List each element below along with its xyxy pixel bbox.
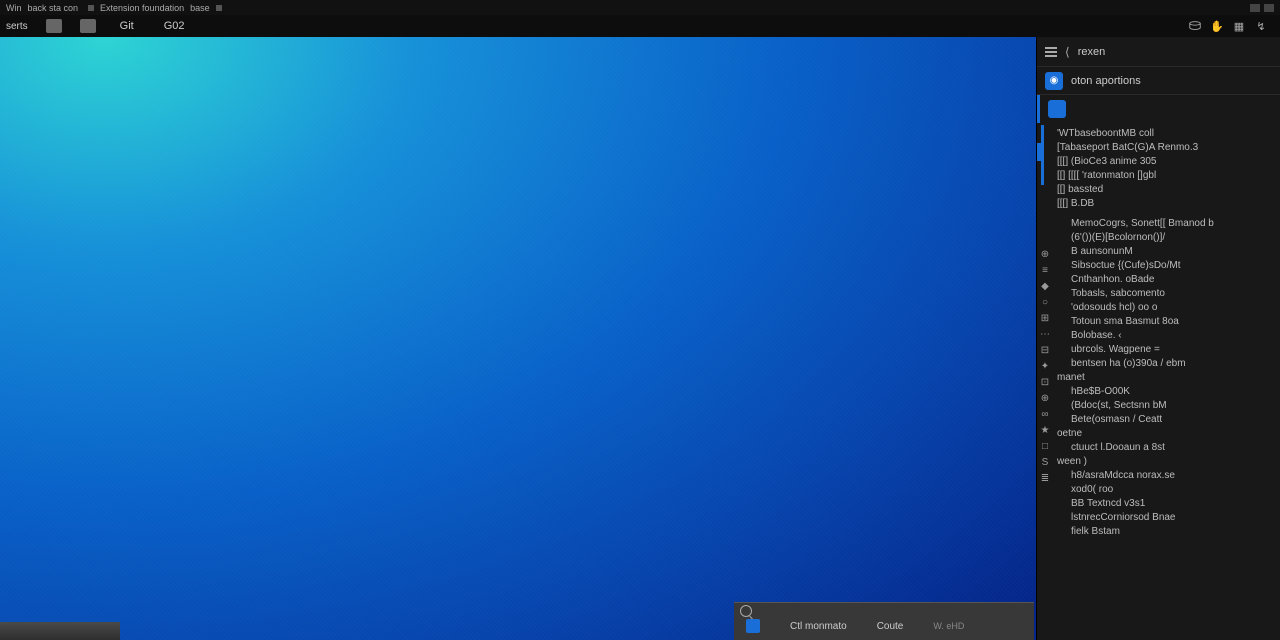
title-blob1-icon bbox=[1250, 4, 1260, 12]
panel-line[interactable]: 'WTbaseboontMB coll bbox=[1041, 127, 1280, 141]
panel-header: ⟨ rexen bbox=[1037, 37, 1280, 67]
grid-icon[interactable]: ▦ bbox=[1232, 19, 1246, 33]
gutter-icon[interactable]: S bbox=[1039, 457, 1051, 469]
search-bar: Ctl monmato Coute W. eHD bbox=[734, 602, 1034, 640]
code-line[interactable]: ween ) bbox=[1041, 455, 1280, 469]
panel-line[interactable]: [[[] B.DB bbox=[1041, 197, 1280, 211]
code-line[interactable]: MemoCogrs, Sonett[[ Bmanod b bbox=[1041, 217, 1280, 231]
gutter-icon[interactable]: ◆ bbox=[1039, 281, 1051, 293]
search-sub: Coute bbox=[877, 621, 904, 632]
tab-g02[interactable]: G02 bbox=[158, 18, 191, 34]
search-label[interactable]: Ctl monmato bbox=[790, 621, 847, 632]
tab-app1-icon[interactable] bbox=[46, 19, 62, 33]
main-area: ⟨ rexen ◉ oton aportions 'WTbaseboontMB … bbox=[0, 37, 1280, 640]
tab-git[interactable]: Git bbox=[114, 18, 140, 34]
panel-line[interactable]: [[] [[[[ 'ratonmaton []gbl bbox=[1041, 169, 1280, 183]
category-icon: ◉ bbox=[1045, 72, 1063, 90]
panel-body: 'WTbaseboontMB coll [Tabaseport BatC(G)A… bbox=[1037, 123, 1280, 640]
code-line[interactable]: Bete(osmasn / Ceatt bbox=[1041, 413, 1280, 427]
code-line[interactable]: manet bbox=[1041, 371, 1280, 385]
tabs-bar: serts Git G02 ✋ ▦ ↯ bbox=[0, 15, 1280, 37]
title-left2: back sta con bbox=[28, 3, 79, 13]
code-line[interactable]: lstnrecCorniorsod Bnae bbox=[1041, 511, 1280, 525]
gutter-icon[interactable]: ∞ bbox=[1039, 409, 1051, 421]
code-line[interactable]: bentsen ha (o)390a / ebm bbox=[1041, 357, 1280, 371]
code-line[interactable]: Sibsoctue {(Cufe)sDo/Mt bbox=[1041, 259, 1280, 273]
gutter-icon[interactable]: ✦ bbox=[1039, 361, 1051, 373]
active-icon bbox=[1048, 100, 1066, 118]
disk-icon[interactable] bbox=[1188, 19, 1202, 33]
wrench-icon[interactable]: ↯ bbox=[1254, 19, 1268, 33]
menu-word[interactable]: serts bbox=[6, 21, 28, 32]
gutter-icon[interactable]: ★ bbox=[1039, 425, 1051, 437]
code-line[interactable]: BB Textncd v3s1 bbox=[1041, 497, 1280, 511]
gutter-icon[interactable]: ⊡ bbox=[1039, 377, 1051, 389]
code-line[interactable]: hBe$B-O00K bbox=[1041, 385, 1280, 399]
code-line[interactable]: Totoun sma Basmut 8oa bbox=[1041, 315, 1280, 329]
desktop-background[interactable] bbox=[0, 37, 1036, 640]
gutter-icon[interactable]: ⋯ bbox=[1039, 329, 1051, 341]
back-arrow-icon[interactable]: ⟨ bbox=[1065, 45, 1070, 59]
title-bar: Win back sta con Extension foundation ba… bbox=[0, 0, 1280, 15]
side-panel: ⟨ rexen ◉ oton aportions 'WTbaseboontMB … bbox=[1036, 37, 1280, 640]
taskbar-stub[interactable] bbox=[0, 622, 120, 640]
tab-app2-icon[interactable] bbox=[80, 19, 96, 33]
gutter-icon[interactable]: ≣ bbox=[1039, 473, 1051, 485]
title-blob2-icon bbox=[1264, 4, 1274, 12]
search-meta: W. eHD bbox=[933, 621, 964, 631]
panel-category[interactable]: ◉ oton aportions bbox=[1037, 67, 1280, 95]
line-highlight bbox=[1041, 125, 1044, 185]
gutter-icon[interactable]: ⊞ bbox=[1039, 313, 1051, 325]
title-center: Extension foundation bbox=[100, 3, 184, 13]
panel-active-row[interactable] bbox=[1037, 95, 1280, 123]
code-line[interactable]: Tobasls, sabcomento bbox=[1041, 287, 1280, 301]
code-line[interactable]: B aunsonunM bbox=[1041, 245, 1280, 259]
panel-line[interactable]: [[[] (BioCe3 anime 305 bbox=[1041, 155, 1280, 169]
code-line[interactable]: Cnthanhon. oBade bbox=[1041, 273, 1280, 287]
gutter-icon[interactable]: ⊟ bbox=[1039, 345, 1051, 357]
panel-line[interactable]: [[] bassted bbox=[1041, 183, 1280, 197]
gutter-icon[interactable]: ○ bbox=[1039, 297, 1051, 309]
code-line[interactable]: ubrcols. Wagpene = bbox=[1041, 343, 1280, 357]
code-line[interactable]: h8/asraMdcca norax.se bbox=[1041, 469, 1280, 483]
code-line[interactable]: (6'())(E)[Bcolornon()]/ bbox=[1041, 231, 1280, 245]
code-line[interactable]: oetne bbox=[1041, 427, 1280, 441]
panel-line[interactable]: [Tabaseport BatC(G)A Renmo.3 bbox=[1041, 141, 1280, 155]
code-line[interactable]: xod0( roo bbox=[1041, 483, 1280, 497]
hand-icon[interactable]: ✋ bbox=[1210, 19, 1224, 33]
search-chip-icon[interactable] bbox=[746, 619, 760, 633]
title-left1: Win bbox=[6, 3, 22, 13]
title-dot2-icon bbox=[216, 5, 222, 11]
gutter-icons: ⊕ ≡ ◆ ○ ⊞ ⋯ ⊟ ✦ ⊡ ⊕ ∞ ★ □ S ≣ bbox=[1039, 249, 1051, 485]
title-center2: base bbox=[190, 3, 210, 13]
code-line[interactable]: ctuuct l.Dooaun a 8st bbox=[1041, 441, 1280, 455]
code-line[interactable]: fielk Bstam bbox=[1041, 525, 1280, 539]
code-line[interactable]: Bolobase. ‹ bbox=[1041, 329, 1280, 343]
hamburger-icon[interactable] bbox=[1045, 47, 1057, 57]
gutter-icon[interactable]: ⊕ bbox=[1039, 249, 1051, 261]
gutter-icon[interactable]: □ bbox=[1039, 441, 1051, 453]
code-line[interactable]: 'odosouds hcl) oo o bbox=[1041, 301, 1280, 315]
title-dot-icon bbox=[88, 5, 94, 11]
panel-title: rexen bbox=[1078, 46, 1106, 58]
search-icon[interactable] bbox=[740, 605, 752, 617]
gutter-icon[interactable]: ⊕ bbox=[1039, 393, 1051, 405]
code-line[interactable]: (Bdoc(st, Sectsnn bM bbox=[1041, 399, 1280, 413]
category-label: oton aportions bbox=[1071, 75, 1141, 87]
gutter-icon[interactable]: ≡ bbox=[1039, 265, 1051, 277]
